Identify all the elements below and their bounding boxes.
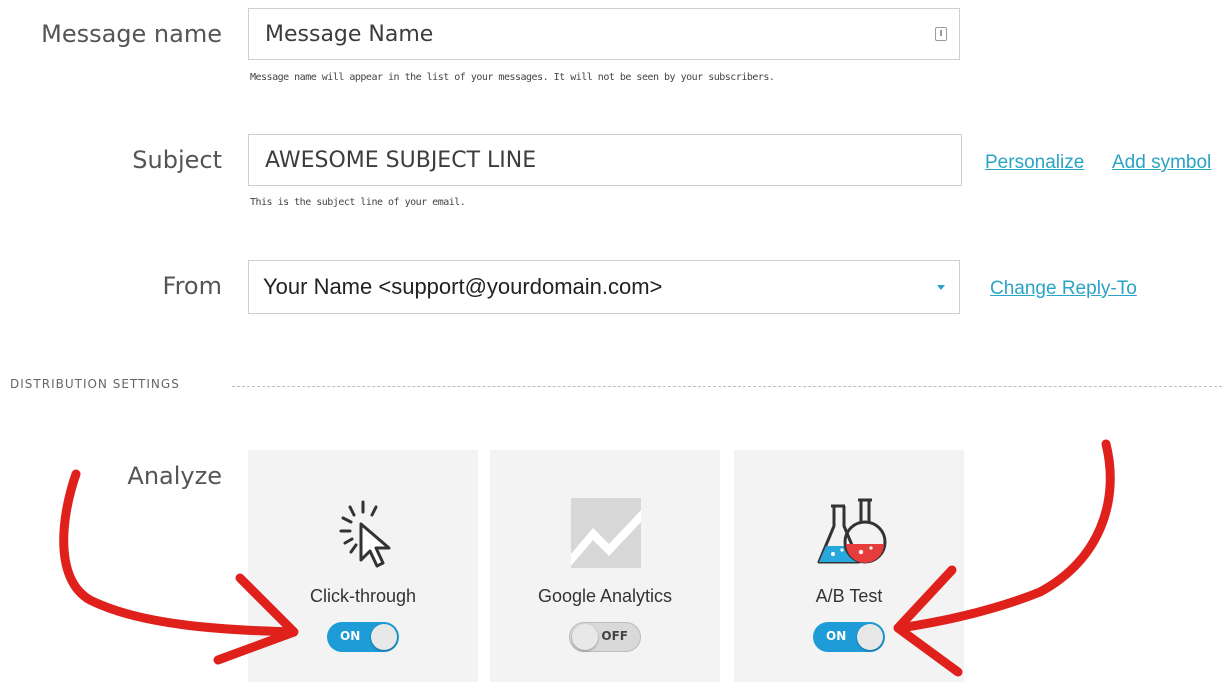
- character-count-icon: [935, 27, 947, 41]
- from-value[interactable]: Your Name <support@yourdomain.com>: [263, 274, 937, 300]
- ab-test-toggle[interactable]: ON: [813, 622, 885, 652]
- message-name-label: Message name: [41, 20, 222, 48]
- chevron-down-icon[interactable]: [937, 284, 945, 290]
- section-divider: [232, 386, 1222, 387]
- message-name-input[interactable]: Message Name: [248, 8, 960, 60]
- from-label: From: [162, 272, 222, 300]
- distribution-settings-heading: DISTRIBUTION SETTINGS: [10, 377, 180, 391]
- change-reply-to-link[interactable]: Change Reply-To: [990, 278, 1137, 300]
- toggle-state: ON: [340, 629, 361, 643]
- ab-test-card[interactable]: A/B Test ON: [734, 450, 964, 682]
- message-name-value[interactable]: Message Name: [265, 22, 935, 47]
- personalize-link[interactable]: Personalize: [985, 152, 1084, 174]
- google-analytics-label: Google Analytics: [537, 586, 673, 606]
- subject-label: Subject: [132, 146, 222, 174]
- toggle-knob[interactable]: [572, 624, 598, 650]
- toggle-knob[interactable]: [371, 624, 397, 650]
- subject-help: This is the subject line of your email.: [250, 197, 466, 208]
- cursor-click-icon: [339, 500, 391, 568]
- lab-flasks-icon: [817, 498, 887, 564]
- toggle-knob[interactable]: [857, 624, 883, 650]
- analytics-chart-icon: [571, 498, 641, 568]
- click-through-toggle[interactable]: ON: [327, 622, 399, 652]
- analyze-label: Analyze: [127, 462, 222, 490]
- google-analytics-toggle[interactable]: OFF: [569, 622, 641, 652]
- subject-input[interactable]: AWESOME SUBJECT LINE: [248, 134, 962, 186]
- google-analytics-card[interactable]: Google Analytics OFF: [490, 450, 720, 682]
- click-through-label: Click-through: [309, 586, 417, 606]
- from-select[interactable]: Your Name <support@yourdomain.com>: [248, 260, 960, 314]
- add-symbol-link[interactable]: Add symbol: [1112, 152, 1211, 174]
- ab-test-label: A/B Test: [815, 586, 883, 606]
- click-through-card[interactable]: Click-through ON: [248, 450, 478, 682]
- subject-value[interactable]: AWESOME SUBJECT LINE: [265, 148, 961, 173]
- toggle-state: ON: [826, 629, 847, 643]
- message-name-help: Message name will appear in the list of …: [250, 72, 775, 83]
- toggle-state: OFF: [601, 629, 628, 643]
